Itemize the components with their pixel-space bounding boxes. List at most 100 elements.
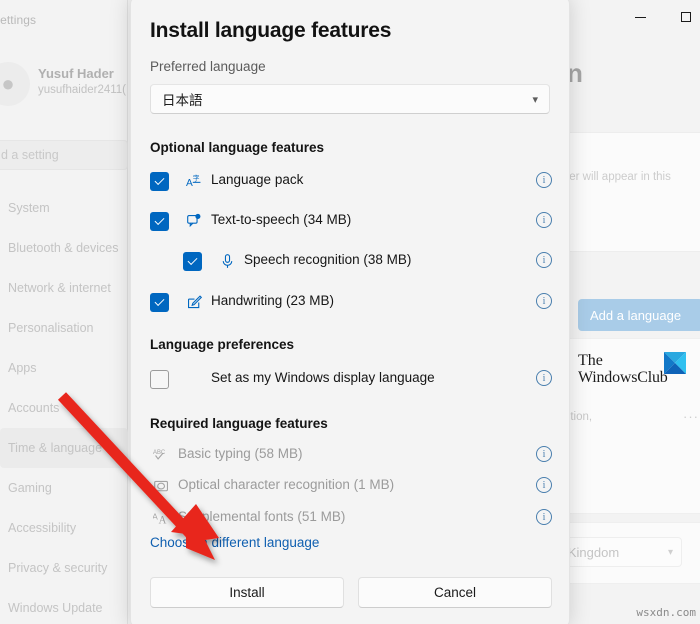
sidebar-item-bluetooth-devices[interactable]: Bluetooth & devices bbox=[0, 228, 128, 268]
check-icon bbox=[187, 255, 198, 266]
info-icon[interactable]: i bbox=[536, 509, 552, 525]
info-icon[interactable]: i bbox=[536, 293, 552, 309]
minimize-button[interactable] bbox=[618, 3, 663, 31]
sidebar-item-privacy-security[interactable]: Privacy & security bbox=[0, 548, 128, 588]
svg-text:A: A bbox=[186, 177, 193, 188]
optional-section-title: Optional language features bbox=[150, 140, 325, 155]
overflow-menu-icon[interactable]: ··· bbox=[683, 409, 699, 424]
sidebar-item-system[interactable]: System bbox=[0, 188, 128, 228]
window-controls bbox=[618, 3, 700, 31]
sidebar-item-label: Network & internet bbox=[8, 281, 111, 295]
sidebar-item-accounts[interactable]: Accounts bbox=[0, 388, 128, 428]
language-pack-icon: A字 bbox=[183, 170, 205, 192]
info-icon[interactable]: i bbox=[536, 370, 552, 386]
preferences-section-title: Language preferences bbox=[150, 337, 295, 352]
sidebar-item-label: Gaming bbox=[8, 481, 52, 495]
sidebar-item-label: Accounts bbox=[8, 401, 60, 415]
search-placeholder: d a setting bbox=[1, 148, 59, 162]
feature-row[interactable]: Speech recognition (38 MB) i bbox=[150, 247, 552, 275]
preferred-language-label: Preferred language bbox=[150, 59, 266, 74]
required-feature-label: Basic typing (58 MB) bbox=[178, 446, 303, 461]
app-title: Settings bbox=[0, 13, 37, 27]
account-name: Yusuf Hader bbox=[38, 66, 114, 81]
sidebar-item-label: Bluetooth & devices bbox=[8, 241, 119, 255]
sidebar-item-personalisation[interactable]: Personalisation bbox=[0, 308, 128, 348]
preferred-language-select[interactable]: 日本語 ▾ bbox=[150, 84, 550, 114]
feature-checkbox[interactable] bbox=[150, 212, 169, 231]
dialog-footer: Install Cancel bbox=[150, 577, 552, 608]
screen: Settings ● Yusuf Hader yusufhaider2411( … bbox=[0, 0, 700, 624]
feature-row[interactable]: Handwriting (23 MB) i bbox=[150, 288, 552, 316]
sidebar-item-label: Time & language bbox=[8, 441, 103, 455]
display-language-checkbox[interactable] bbox=[150, 370, 169, 389]
preference-label: Set as my Windows display language bbox=[211, 370, 435, 385]
sidebar-item-accessibility[interactable]: Accessibility bbox=[0, 508, 128, 548]
check-icon bbox=[154, 215, 165, 226]
watermark-line1: The bbox=[578, 352, 603, 369]
sidebar-nav: System Bluetooth & devices Network & inter… bbox=[0, 188, 128, 624]
feature-row[interactable]: A 字 Language pack i bbox=[150, 167, 552, 195]
microphone-icon bbox=[216, 250, 238, 272]
sidebar-item-label: Windows Update bbox=[8, 601, 103, 615]
minimize-icon bbox=[635, 16, 646, 18]
preferred-language-value: 日本語 bbox=[162, 93, 203, 108]
abc-check-icon: ABC bbox=[150, 444, 172, 466]
chevron-down-icon: ▾ bbox=[667, 546, 673, 558]
feature-row[interactable]: Text-to-speech (34 MB) i bbox=[150, 207, 552, 235]
install-button[interactable]: Install bbox=[150, 577, 344, 608]
chevron-down-icon: ▾ bbox=[532, 93, 538, 106]
account-email: yusufhaider2411( bbox=[38, 84, 127, 96]
required-feature-label: Supplemental fonts (51 MB) bbox=[178, 509, 346, 524]
sidebar-item-windows-update[interactable]: Windows Update bbox=[0, 588, 128, 624]
sidebar-item-label: Accessibility bbox=[8, 521, 77, 535]
search-input[interactable]: d a setting bbox=[0, 140, 128, 170]
required-feature-row: ABC Basic typing (58 MB) i bbox=[150, 441, 552, 469]
check-icon bbox=[154, 175, 165, 186]
info-icon[interactable]: i bbox=[536, 252, 552, 268]
sidebar-item-label: Privacy & security bbox=[8, 561, 108, 575]
settings-sidebar: Settings ● Yusuf Hader yusufhaider2411( … bbox=[0, 0, 128, 624]
add-language-label: Add a language bbox=[590, 307, 682, 323]
sidebar-item-time-language[interactable]: Time & language bbox=[0, 428, 128, 468]
handwriting-icon bbox=[183, 291, 205, 313]
feature-checkbox[interactable] bbox=[150, 172, 169, 191]
preference-row[interactable]: Set as my Windows display language i bbox=[150, 365, 552, 393]
choose-different-language-link[interactable]: Choose a different language bbox=[150, 535, 319, 550]
content-card-top: orer will appear in this bbox=[558, 132, 700, 252]
info-icon[interactable]: i bbox=[536, 212, 552, 228]
settings-content-pane: n orer will appear in this Add a languag… bbox=[548, 0, 700, 624]
feature-label: Language pack bbox=[211, 172, 304, 187]
fonts-icon: AA bbox=[150, 507, 172, 529]
required-section-title: Required language features bbox=[150, 416, 328, 431]
required-feature-row: Optical character recognition (1 MB) i bbox=[150, 472, 552, 500]
windowsclub-logo-icon bbox=[664, 352, 686, 374]
text-to-speech-icon bbox=[183, 210, 205, 232]
check-icon bbox=[154, 296, 165, 307]
sidebar-item-apps[interactable]: Apps bbox=[0, 348, 128, 388]
ocr-icon bbox=[150, 475, 172, 497]
info-icon[interactable]: i bbox=[536, 172, 552, 188]
info-icon[interactable]: i bbox=[536, 446, 552, 462]
watermark-line2: WindowsClub bbox=[578, 369, 668, 386]
add-language-button[interactable]: Add a language bbox=[578, 299, 700, 331]
svg-text:A: A bbox=[153, 511, 158, 521]
install-language-features-dialog: Install language features Preferred lang… bbox=[130, 0, 570, 624]
required-feature-label: Optical character recognition (1 MB) bbox=[178, 477, 395, 492]
svg-text:A: A bbox=[158, 514, 166, 526]
cancel-button[interactable]: Cancel bbox=[358, 577, 552, 608]
watermark-logo: The WindowsClub bbox=[578, 352, 696, 394]
info-icon[interactable]: i bbox=[536, 477, 552, 493]
card-description: orer will appear in this bbox=[559, 171, 671, 183]
sidebar-item-gaming[interactable]: Gaming bbox=[0, 468, 128, 508]
sidebar-item-network-internet[interactable]: Network & internet bbox=[0, 268, 128, 308]
required-feature-row: AA Supplemental fonts (51 MB) i bbox=[150, 504, 552, 532]
sidebar-item-label: Apps bbox=[8, 361, 37, 375]
feature-label: Speech recognition (38 MB) bbox=[244, 252, 412, 267]
source-watermark: wsxdn.com bbox=[636, 606, 696, 619]
feature-checkbox[interactable] bbox=[183, 252, 202, 271]
feature-label: Handwriting (23 MB) bbox=[211, 293, 335, 308]
sidebar-item-label: System bbox=[8, 201, 50, 215]
feature-checkbox[interactable] bbox=[150, 293, 169, 312]
svg-text:ABC: ABC bbox=[153, 449, 166, 455]
maximize-button[interactable] bbox=[663, 3, 700, 31]
